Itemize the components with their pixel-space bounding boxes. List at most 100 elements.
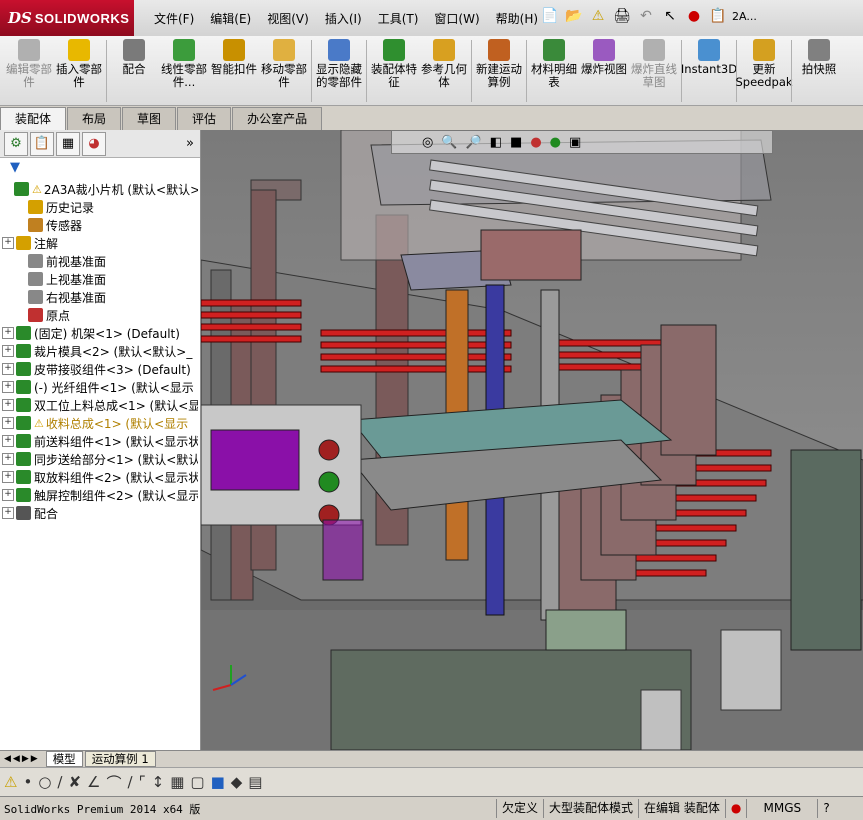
menu-tools[interactable]: 工具(T)	[370, 8, 427, 29]
expand-toggle-icon[interactable]: +	[2, 381, 14, 393]
ribbon-button-2[interactable]: 配合	[109, 36, 159, 76]
ribbon-button-0[interactable]: 编辑零部件	[4, 36, 54, 89]
new-document-icon[interactable]: 📄	[540, 6, 560, 26]
tree-item[interactable]: + 注解	[2, 234, 198, 252]
menu-file[interactable]: 文件(F)	[146, 8, 202, 29]
select-arrow-icon[interactable]: ↖	[660, 6, 680, 26]
expand-toggle-icon[interactable]: +	[2, 417, 14, 429]
offset-icon[interactable]: ∕	[128, 773, 133, 791]
expand-toggle-icon[interactable]: +	[2, 453, 14, 465]
corner-icon[interactable]: ⌜	[139, 773, 146, 791]
menu-edit[interactable]: 编辑(E)	[202, 8, 259, 29]
scene-icon[interactable]: ●	[550, 135, 561, 150]
tree-item[interactable]: 传感器	[2, 216, 198, 234]
undo-icon[interactable]: ↶	[636, 6, 656, 26]
status-units[interactable]: MMGS	[746, 799, 817, 818]
circle-icon[interactable]: ○	[38, 773, 51, 791]
rebuild-warning-icon[interactable]: ⚠	[588, 6, 608, 26]
cube-icon[interactable]: ▢	[190, 773, 204, 791]
tab-1[interactable]: 布局	[67, 107, 122, 130]
point-icon[interactable]: •	[23, 773, 32, 791]
expand-toggle-icon[interactable]: +	[2, 327, 14, 339]
tree-item[interactable]: + 皮带接驳组件<3> (Default)	[2, 360, 198, 378]
ribbon-button-7[interactable]: 装配体特征	[369, 36, 419, 89]
expand-toggle-icon[interactable]: +	[2, 345, 14, 357]
section-view-icon[interactable]: ◧	[490, 135, 502, 150]
menu-view[interactable]: 视图(V)	[259, 8, 317, 29]
expand-toggle-icon[interactable]: +	[2, 363, 14, 375]
viewport-split-icon[interactable]: ▢	[823, 130, 833, 131]
trim-icon[interactable]: ✘	[68, 773, 81, 791]
traffic-light-icon[interactable]: ●	[684, 6, 704, 26]
shaded-cube-icon[interactable]: ■	[211, 773, 225, 791]
expand-toggle-icon[interactable]: +	[2, 489, 14, 501]
view-orientation-icon[interactable]: ◎	[422, 135, 433, 150]
ribbon-button-8[interactable]: 参考几何体	[419, 36, 469, 89]
filter-icon[interactable]: ▼	[10, 160, 20, 175]
camera-icon[interactable]: ◆	[231, 773, 243, 791]
tab-4[interactable]: 办公室产品	[232, 107, 323, 130]
sketch-fillet-icon[interactable]: ⌒	[107, 772, 122, 793]
tree-item[interactable]: + (-) 光纤组件<1> (默认<显示	[2, 378, 198, 396]
tab-scroll-arrows-icon[interactable]: ◀◀▶▶	[4, 754, 40, 764]
expand-toggle-icon[interactable]: +	[2, 435, 14, 447]
zoom-fit-icon[interactable]: 🔍	[441, 135, 457, 150]
tree-item[interactable]: 原点	[2, 306, 198, 324]
ribbon-button-6[interactable]: 显示隐藏的零部件	[314, 36, 364, 89]
tree-item[interactable]: 右视基准面	[2, 288, 198, 306]
graphics-viewport[interactable]: ◎ 🔍 🔎 ◧ ■ ● ● ▣ ▢ ▣	[201, 130, 863, 750]
tree-item[interactable]: 历史记录	[2, 198, 198, 216]
ribbon-button-13[interactable]: Instant3D	[681, 36, 737, 76]
ribbon-button-3[interactable]: 线性零部件...	[159, 36, 209, 89]
ribbon-button-9[interactable]: 新建运动算例	[474, 36, 524, 89]
tab-2[interactable]: 草图	[122, 107, 177, 130]
angle-icon[interactable]: ∠	[87, 773, 100, 791]
bottom-tab-0[interactable]: 模型	[45, 751, 83, 767]
view-settings-icon[interactable]: ▣	[569, 135, 581, 150]
print-icon[interactable]: 🖨	[612, 6, 632, 26]
menu-window[interactable]: 窗口(W)	[426, 8, 487, 29]
tab-3[interactable]: 评估	[177, 107, 232, 130]
options-icon[interactable]: 📋	[708, 6, 728, 26]
appearance-icon[interactable]: ●	[530, 135, 541, 150]
tree-item[interactable]: + 触屏控制组件<2> (默认<显示	[2, 486, 198, 504]
tree-item[interactable]: + 配合	[2, 504, 198, 522]
ribbon-button-10[interactable]: 材料明细表	[529, 36, 579, 89]
line-icon[interactable]: ∕	[57, 773, 62, 791]
ribbon-button-11[interactable]: 爆炸视图	[579, 36, 629, 76]
ribbon-button-4[interactable]: 智能扣件	[209, 36, 259, 76]
tree-item[interactable]: + 取放料组件<2> (默认<显示状	[2, 468, 198, 486]
tree-item[interactable]: + (固定) 机架<1> (Default)	[2, 324, 198, 342]
expand-toggle-icon[interactable]: +	[2, 471, 14, 483]
warning-icon[interactable]: ⚠	[4, 773, 17, 791]
feature-manager-tab-icon[interactable]: ⚙	[4, 131, 28, 156]
ribbon-button-12[interactable]: 爆炸直线草图	[629, 36, 679, 89]
viewport-restore-icon[interactable]: ▣	[846, 130, 856, 131]
menu-insert[interactable]: 插入(I)	[317, 8, 370, 29]
tree-item[interactable]: + 同步送给部分<1> (默认<默认	[2, 450, 198, 468]
expand-toggle-icon[interactable]: +	[2, 507, 14, 519]
menu-help[interactable]: 帮助(H)	[488, 8, 546, 29]
display-style-icon[interactable]: ■	[510, 135, 522, 150]
tree-item[interactable]: ⚠ 2A3A裁小片机 (默认<默认>	[2, 180, 198, 198]
open-folder-icon[interactable]: 📂	[564, 6, 584, 26]
ribbon-button-1[interactable]: 插入零部件	[54, 36, 104, 89]
tab-0[interactable]: 装配体	[0, 107, 67, 130]
expand-toggle-icon[interactable]: +	[2, 399, 14, 411]
display-manager-tab-icon[interactable]: ◕	[82, 131, 106, 156]
grid-icon[interactable]: ▦	[170, 773, 184, 791]
rebuild-status-icon[interactable]: ●	[724, 799, 746, 818]
property-manager-tab-icon[interactable]: 📋	[30, 131, 54, 156]
ribbon-button-15[interactable]: 拍快照	[794, 36, 844, 76]
ribbon-button-14[interactable]: 更新Speedpak	[735, 36, 793, 89]
tree-item[interactable]: + ⚠ 收料总成<1> (默认<显示	[2, 414, 198, 432]
ribbon-button-5[interactable]: 移动零部件	[259, 36, 309, 89]
bottom-tab-1[interactable]: 运动算例 1	[84, 751, 156, 767]
tree-item[interactable]: 前视基准面	[2, 252, 198, 270]
tree-item[interactable]: 上视基准面	[2, 270, 198, 288]
expand-panel-icon[interactable]: »	[186, 136, 194, 151]
tree-item[interactable]: + 双工位上料总成<1> (默认<显	[2, 396, 198, 414]
solidworks-logo[interactable]: DS SOLIDWORKS	[0, 0, 134, 36]
zoom-area-icon[interactable]: 🔎	[466, 135, 482, 150]
tree-item[interactable]: + 前送料组件<1> (默认<显示状	[2, 432, 198, 450]
